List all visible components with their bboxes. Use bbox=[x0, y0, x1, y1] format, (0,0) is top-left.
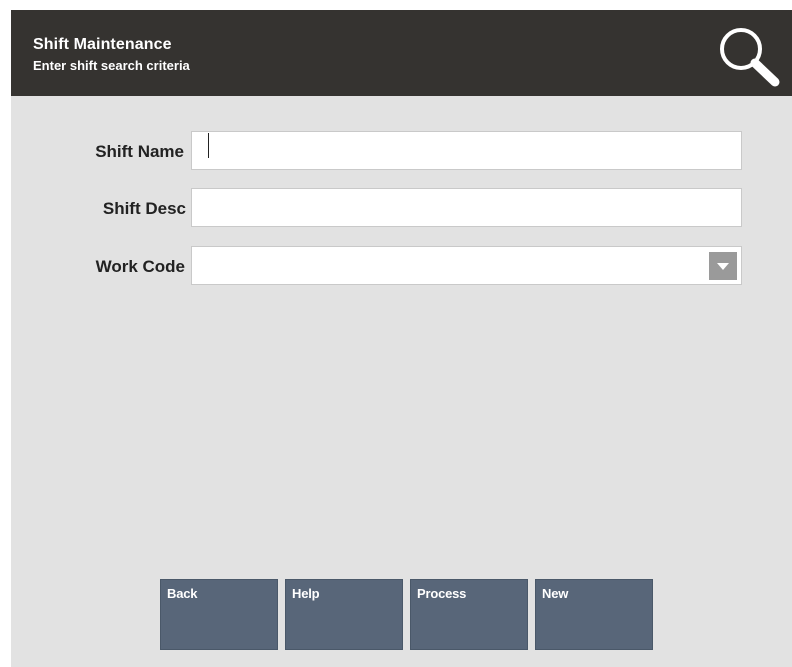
chevron-down-icon[interactable] bbox=[709, 252, 737, 280]
process-button[interactable]: Process bbox=[410, 579, 528, 650]
search-icon[interactable] bbox=[713, 22, 783, 88]
text-cursor bbox=[208, 133, 209, 158]
shift-name-label: Shift Name bbox=[95, 142, 184, 161]
work-code-select[interactable] bbox=[191, 246, 742, 285]
header-bar: Shift Maintenance Enter shift search cri… bbox=[11, 10, 792, 96]
help-button[interactable]: Help bbox=[285, 579, 403, 650]
shift-desc-input[interactable] bbox=[191, 188, 742, 227]
shift-desc-label: Shift Desc bbox=[102, 199, 186, 218]
new-button[interactable]: New bbox=[535, 579, 653, 650]
work-code-label: Work Code bbox=[95, 257, 185, 276]
shift-name-input[interactable] bbox=[191, 131, 742, 170]
page-title: Shift Maintenance bbox=[33, 36, 172, 53]
back-button[interactable]: Back bbox=[160, 579, 278, 650]
app-window: Shift Maintenance Enter shift search cri… bbox=[11, 10, 792, 667]
page-subtitle: Enter shift search criteria bbox=[33, 58, 190, 73]
